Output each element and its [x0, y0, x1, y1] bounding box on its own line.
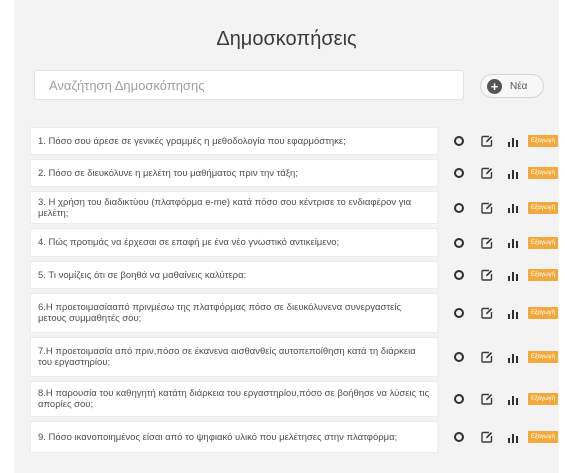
- poll-row: 7.Η προετοιμασία από πριν,πόσο σε έκανεν…: [30, 337, 558, 377]
- edit-icon: [481, 393, 493, 405]
- view-icon: [453, 308, 464, 318]
- edit-button[interactable]: [481, 202, 493, 214]
- edit-button[interactable]: [481, 167, 493, 179]
- edit-button[interactable]: [481, 269, 493, 281]
- view-button[interactable]: [453, 136, 464, 146]
- edit-button[interactable]: [481, 393, 493, 405]
- poll-list: 1. Πόσο σου άρεσε σε γενικές γραμμές η μ…: [30, 127, 558, 457]
- results-button[interactable]: [507, 270, 519, 281]
- poll-actions: Εξαγωγή: [453, 269, 558, 281]
- poll-question[interactable]: 8.Η παρουσία του καθηγητή κατάτη διάρκει…: [30, 381, 438, 417]
- export-badge[interactable]: Εξαγωγή: [527, 135, 558, 147]
- poll-actions: Εξαγωγή: [453, 201, 558, 214]
- search-input[interactable]: [35, 71, 463, 99]
- poll-question[interactable]: 9. Πόσο ικανοποιημένος είσαι από το ψηφι…: [30, 421, 438, 453]
- poll-row: 8.Η παρουσία του καθηγητή κατάτη διάρκει…: [30, 381, 558, 417]
- edit-icon: [481, 351, 493, 363]
- edit-icon: [481, 135, 493, 147]
- edit-icon: [481, 307, 493, 319]
- edit-icon: [481, 167, 493, 179]
- results-button[interactable]: [507, 394, 519, 405]
- polls-panel: Δημοσκοπήσεις + Νέα 1. Πόσο σου άρεσε σε…: [14, 0, 559, 473]
- edit-button[interactable]: [481, 351, 493, 363]
- results-button[interactable]: [507, 308, 519, 319]
- view-icon: [453, 394, 464, 404]
- view-icon: [453, 270, 464, 280]
- view-icon: [453, 237, 464, 248]
- export-badge[interactable]: Εξαγωγή: [527, 431, 558, 443]
- plus-circle-icon: +: [487, 78, 502, 94]
- edit-icon: [481, 269, 493, 281]
- poll-actions: Εξαγωγή: [453, 431, 558, 443]
- bar-chart-icon: [507, 169, 518, 179]
- poll-question[interactable]: 5. Τι νομίζεις ότι σε βοηθά να μαθαίνεις…: [30, 261, 438, 289]
- poll-question[interactable]: 3. Η χρήση του διαδικτύου (πλατφόρμα e-m…: [30, 191, 438, 224]
- page-title: Δημοσκοπήσεις: [216, 28, 357, 50]
- view-button[interactable]: [453, 394, 464, 404]
- export-badge[interactable]: Εξαγωγή: [527, 393, 558, 405]
- poll-actions: Εξαγωγή: [453, 167, 558, 179]
- poll-question[interactable]: 2. Πόσο σε διευκόλυνε η μελέτη του μαθήμ…: [30, 159, 438, 187]
- bar-chart-icon: [507, 309, 518, 319]
- poll-row: 1. Πόσο σου άρεσε σε γενικές γραμμές η μ…: [30, 127, 558, 155]
- poll-actions: Εξαγωγή: [453, 307, 558, 319]
- edit-button[interactable]: [481, 431, 493, 443]
- poll-question[interactable]: 4. Πώς προτιμάς να έρχεσαι σε επαφή με έ…: [30, 228, 438, 257]
- poll-question[interactable]: 6.Η προετοιμασίααπό πρινμέσω της πλατφόρ…: [30, 293, 438, 333]
- view-icon: [453, 352, 464, 362]
- edit-icon: [481, 237, 493, 249]
- bar-chart-icon: [507, 433, 518, 443]
- view-button[interactable]: [453, 237, 464, 248]
- poll-row: 4. Πώς προτιμάς να έρχεσαι σε επαφή με έ…: [30, 228, 558, 257]
- bar-chart-icon: [507, 137, 518, 147]
- edit-icon: [481, 431, 493, 443]
- bar-chart-icon: [507, 395, 518, 405]
- export-badge[interactable]: Εξαγωγή: [527, 307, 558, 319]
- export-badge[interactable]: Εξαγωγή: [527, 201, 558, 214]
- results-button[interactable]: [507, 432, 519, 443]
- results-button[interactable]: [507, 136, 519, 147]
- bar-chart-icon: [507, 239, 518, 248]
- results-button[interactable]: [507, 202, 519, 213]
- poll-actions: Εξαγωγή: [453, 351, 558, 363]
- view-button[interactable]: [453, 270, 464, 280]
- export-badge[interactable]: Εξαγωγή: [527, 236, 558, 249]
- export-badge[interactable]: Εξαγωγή: [527, 167, 558, 179]
- edit-icon: [481, 202, 493, 214]
- new-poll-label: Νέα: [510, 80, 528, 92]
- view-icon: [453, 168, 464, 178]
- edit-button[interactable]: [481, 237, 493, 249]
- view-button[interactable]: [453, 432, 464, 442]
- view-button[interactable]: [453, 202, 464, 213]
- bar-chart-icon: [507, 204, 518, 213]
- export-badge[interactable]: Εξαγωγή: [527, 351, 558, 363]
- view-button[interactable]: [453, 352, 464, 362]
- view-button[interactable]: [453, 308, 464, 318]
- bar-chart-icon: [507, 353, 518, 363]
- poll-row: 5. Τι νομίζεις ότι σε βοηθά να μαθαίνεις…: [30, 261, 558, 289]
- export-badge[interactable]: Εξαγωγή: [527, 269, 558, 281]
- poll-row: 6.Η προετοιμασίααπό πρινμέσω της πλατφόρ…: [30, 293, 558, 333]
- view-icon: [453, 432, 464, 442]
- poll-row: 2. Πόσο σε διευκόλυνε η μελέτη του μαθήμ…: [30, 159, 558, 187]
- poll-actions: Εξαγωγή: [453, 393, 558, 405]
- search-box: [34, 70, 464, 100]
- view-icon: [453, 136, 464, 146]
- view-icon: [453, 202, 464, 213]
- results-button[interactable]: [507, 352, 519, 363]
- poll-question[interactable]: 7.Η προετοιμασία από πριν,πόσο σε έκανεν…: [30, 337, 438, 377]
- new-poll-button[interactable]: + Νέα: [480, 74, 544, 98]
- results-button[interactable]: [507, 168, 519, 179]
- poll-row: 3. Η χρήση του διαδικτύου (πλατφόρμα e-m…: [30, 191, 558, 224]
- poll-row: 9. Πόσο ικανοποιημένος είσαι από το ψηφι…: [30, 421, 558, 453]
- edit-button[interactable]: [481, 307, 493, 319]
- poll-question[interactable]: 1. Πόσο σου άρεσε σε γενικές γραμμές η μ…: [30, 127, 438, 155]
- poll-actions: Εξαγωγή: [453, 236, 558, 249]
- poll-actions: Εξαγωγή: [453, 135, 558, 147]
- view-button[interactable]: [453, 168, 464, 178]
- edit-button[interactable]: [481, 135, 493, 147]
- results-button[interactable]: [507, 237, 519, 248]
- bar-chart-icon: [507, 271, 518, 281]
